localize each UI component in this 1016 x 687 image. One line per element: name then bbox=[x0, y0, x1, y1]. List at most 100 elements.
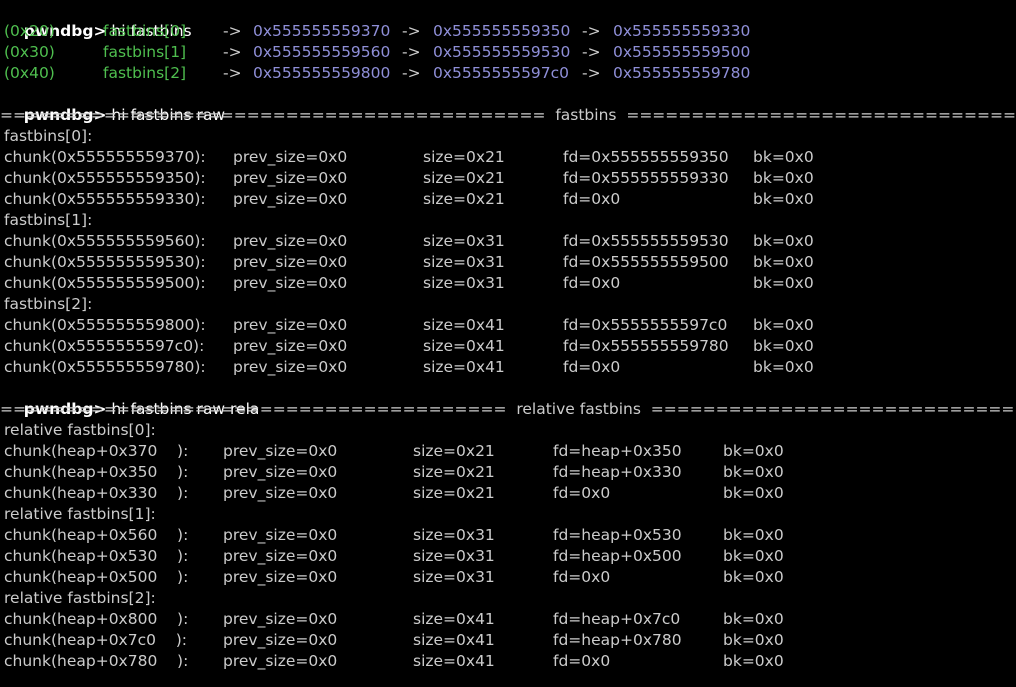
bk-pointer: bk=0x0 bbox=[753, 253, 814, 271]
chunk-id: chunk(0x5555555597c0): bbox=[4, 337, 205, 355]
arrow: -> bbox=[402, 22, 421, 40]
chunk-id: chunk(heap+0x370 ): bbox=[4, 442, 189, 460]
chunk-row: chunk(0x5555555597c0): prev_size=0x0 size=… bbox=[4, 336, 1004, 357]
prev-size: prev_size=0x0 bbox=[223, 547, 338, 565]
fd-pointer: fd=0x555555559530 bbox=[563, 232, 729, 250]
chunk-row: chunk(heap+0x7c0 ): prev_size=0x0 size=0x4… bbox=[4, 630, 1004, 651]
bk-pointer: bk=0x0 bbox=[753, 190, 814, 208]
prev-size: prev_size=0x0 bbox=[223, 610, 338, 628]
prev-size: prev_size=0x0 bbox=[233, 190, 348, 208]
bk-pointer: bk=0x0 bbox=[723, 631, 784, 649]
fd-pointer: fd=0x555555559350 bbox=[563, 148, 729, 166]
bin-size: (0x40) bbox=[4, 64, 55, 82]
chunk-row: chunk(heap+0x800 ): prev_size=0x0 size=0x4… bbox=[4, 609, 1004, 630]
chunk-id: chunk(0x555555559350): bbox=[4, 169, 206, 187]
chunk-id: chunk(0x555555559800): bbox=[4, 316, 206, 334]
fd-pointer: fd=0x0 bbox=[563, 274, 621, 292]
chunk-row: chunk(heap+0x560 ): prev_size=0x0 size=0x3… bbox=[4, 525, 1004, 546]
terminal-window[interactable]: pwndbg> hi fastbins (0x20) fastbins[0] -… bbox=[0, 0, 1016, 687]
bin-name: fastbins[1] bbox=[103, 43, 187, 61]
chunk-address: 0x555555559370 bbox=[253, 22, 391, 40]
chunk-size: size=0x41 bbox=[423, 316, 505, 334]
chunk-id: chunk(heap+0x780 ): bbox=[4, 652, 189, 670]
chunk-id: chunk(heap+0x500 ): bbox=[4, 568, 189, 586]
chunk-address: 0x555555559780 bbox=[613, 64, 751, 82]
prev-size: prev_size=0x0 bbox=[233, 253, 348, 271]
chunk-address: 0x5555555597c0 bbox=[433, 64, 570, 82]
chunk-id: chunk(heap+0x330 ): bbox=[4, 484, 189, 502]
chunk-size: size=0x31 bbox=[423, 253, 505, 271]
chunk-row: chunk(0x555555559330): prev_size=0x0 size=… bbox=[4, 189, 1004, 210]
chunk-size: size=0x21 bbox=[423, 169, 505, 187]
chunk-row: chunk(0x555555559370): prev_size=0x0 size=… bbox=[4, 147, 1004, 168]
command-line[interactable]: pwndbg> bbox=[4, 672, 113, 687]
chunk-id: chunk(0x555555559560): bbox=[4, 232, 206, 250]
prev-size: prev_size=0x0 bbox=[233, 274, 348, 292]
fd-pointer: fd=heap+0x530 bbox=[553, 526, 682, 544]
bk-pointer: bk=0x0 bbox=[753, 337, 814, 355]
chunk-id: chunk(heap+0x530 ): bbox=[4, 547, 189, 565]
fd-pointer: fd=0x0 bbox=[553, 484, 611, 502]
prev-size: prev_size=0x0 bbox=[223, 442, 338, 460]
chunk-row: chunk(heap+0x330 ): prev_size=0x0 size=0x2… bbox=[4, 483, 1004, 504]
chunk-size: size=0x21 bbox=[423, 190, 505, 208]
bin-size: (0x30) bbox=[4, 43, 55, 61]
chunk-address: 0x555555559530 bbox=[433, 43, 571, 61]
chunk-row: chunk(0x555555559530): prev_size=0x0 size=… bbox=[4, 252, 1004, 273]
bk-pointer: bk=0x0 bbox=[723, 463, 784, 481]
bin-name: fastbins[0] bbox=[103, 22, 187, 40]
bk-pointer: bk=0x0 bbox=[723, 547, 784, 565]
chunk-row: chunk(heap+0x780 ): prev_size=0x0 size=0x4… bbox=[4, 651, 1004, 672]
bin-size: (0x20) bbox=[4, 22, 55, 40]
chunk-id: chunk(0x555555559330): bbox=[4, 190, 206, 208]
chunk-size: size=0x31 bbox=[423, 232, 505, 250]
bin-label: relative fastbins[0]: bbox=[4, 421, 156, 439]
chunk-size: size=0x21 bbox=[413, 484, 495, 502]
chunk-size: size=0x41 bbox=[413, 610, 495, 628]
fd-pointer: fd=heap+0x350 bbox=[553, 442, 682, 460]
bin-label: fastbins[1]: bbox=[4, 211, 93, 229]
prev-size: prev_size=0x0 bbox=[223, 463, 338, 481]
bk-pointer: bk=0x0 bbox=[723, 568, 784, 586]
arrow: -> bbox=[582, 43, 601, 61]
chunk-address: 0x555555559350 bbox=[433, 22, 571, 40]
fd-pointer: fd=0x555555559780 bbox=[563, 337, 729, 355]
prev-size: prev_size=0x0 bbox=[233, 148, 348, 166]
chunk-size: size=0x41 bbox=[413, 652, 495, 670]
bk-pointer: bk=0x0 bbox=[753, 316, 814, 334]
bin-label: relative fastbins[2]: bbox=[4, 589, 156, 607]
chunk-id: chunk(0x555555559370): bbox=[4, 148, 206, 166]
fd-pointer: fd=heap+0x7c0 bbox=[553, 610, 681, 628]
fd-pointer: fd=heap+0x330 bbox=[553, 463, 682, 481]
fd-pointer: fd=0x0 bbox=[563, 190, 621, 208]
chunk-row: chunk(0x555555559560): prev_size=0x0 size=… bbox=[4, 231, 1004, 252]
chunk-size: size=0x31 bbox=[413, 526, 495, 544]
chunk-size: size=0x41 bbox=[423, 358, 505, 376]
bin-label: fastbins[2]: bbox=[4, 295, 93, 313]
prev-size: prev_size=0x0 bbox=[233, 337, 348, 355]
chunk-address: 0x555555559800 bbox=[253, 64, 391, 82]
bin-label: fastbins[0]: bbox=[4, 127, 93, 145]
bk-pointer: bk=0x0 bbox=[723, 442, 784, 460]
chunk-row: chunk(0x555555559780): prev_size=0x0 size=… bbox=[4, 357, 1004, 378]
chunk-row: chunk(0x555555559800): prev_size=0x0 size=… bbox=[4, 315, 1004, 336]
bk-pointer: bk=0x0 bbox=[723, 610, 784, 628]
fd-pointer: fd=0x0 bbox=[563, 358, 621, 376]
fd-pointer: fd=heap+0x780 bbox=[553, 631, 682, 649]
chunk-size: size=0x21 bbox=[413, 463, 495, 481]
chunk-id: chunk(heap+0x350 ): bbox=[4, 463, 189, 481]
bk-pointer: bk=0x0 bbox=[753, 358, 814, 376]
arrow: -> bbox=[582, 64, 601, 82]
bk-pointer: bk=0x0 bbox=[753, 169, 814, 187]
prev-size: prev_size=0x0 bbox=[233, 232, 348, 250]
bk-pointer: bk=0x0 bbox=[753, 274, 814, 292]
prev-size: prev_size=0x0 bbox=[233, 169, 348, 187]
chunk-row: chunk(heap+0x350 ): prev_size=0x0 size=0x2… bbox=[4, 462, 1004, 483]
fastbin-summary-line: (0x20) fastbins[0] -> 0x555555559370 -> … bbox=[4, 21, 1004, 42]
arrow: -> bbox=[402, 64, 421, 82]
arrow: -> bbox=[223, 64, 242, 82]
chunk-size: size=0x41 bbox=[413, 631, 495, 649]
chunk-address: 0x555555559500 bbox=[613, 43, 751, 61]
chunk-row: chunk(0x555555559500): prev_size=0x0 size=… bbox=[4, 273, 1004, 294]
bin-name: fastbins[2] bbox=[103, 64, 187, 82]
